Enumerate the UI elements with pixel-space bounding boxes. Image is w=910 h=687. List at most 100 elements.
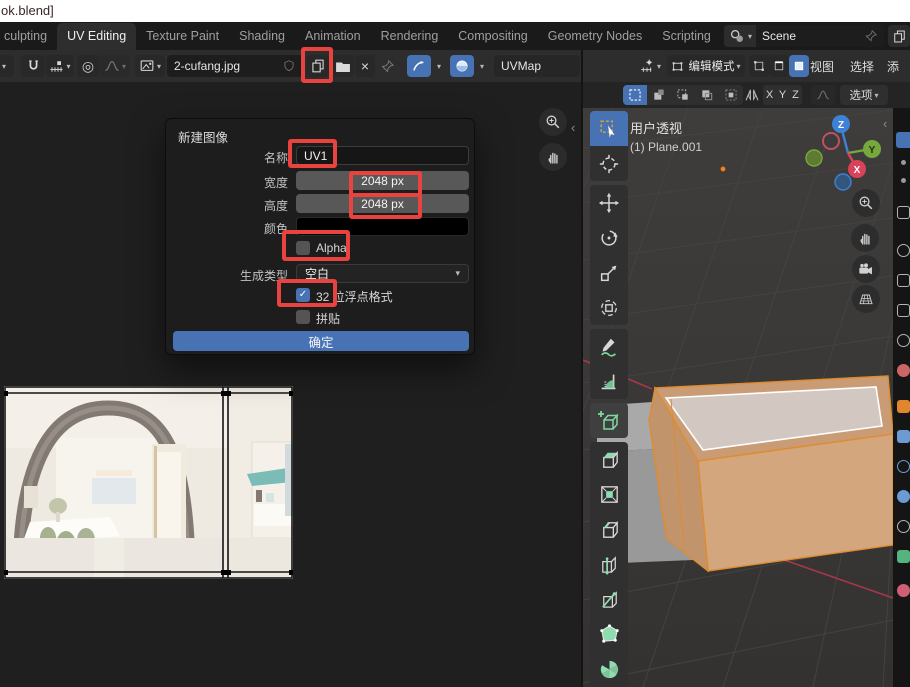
uv-sidebar-collapse-arrow[interactable]: ‹ xyxy=(571,120,575,135)
float-checkbox[interactable]: ✓ xyxy=(296,288,310,302)
editor-type-button[interactable]: ▾ xyxy=(0,55,14,77)
tool-measure[interactable] xyxy=(590,364,628,399)
ok-button[interactable]: 确定 xyxy=(173,331,469,351)
tab-scripting[interactable]: Scripting xyxy=(652,23,721,50)
modifiers-tab-icon[interactable] xyxy=(897,430,910,443)
world-tab-icon[interactable] xyxy=(897,364,910,377)
display-channels-button[interactable] xyxy=(450,55,474,77)
tab-shading[interactable]: Shading xyxy=(229,23,295,50)
properties-active-mode-button[interactable] xyxy=(896,132,910,148)
open-image-button[interactable] xyxy=(332,55,354,77)
tool-poly-build[interactable] xyxy=(590,617,628,652)
scene-browse-button[interactable]: ▾ xyxy=(724,25,756,47)
tab-animation[interactable]: Animation xyxy=(295,23,371,50)
properties-header[interactable] xyxy=(893,82,910,108)
proportional-falloff-button[interactable] xyxy=(811,85,835,105)
object-data-tab-icon[interactable] xyxy=(897,550,910,563)
gizmo-neg-x-ball[interactable] xyxy=(823,133,839,149)
gizmo-neg-y-ball[interactable] xyxy=(806,150,822,166)
pin-icon[interactable] xyxy=(864,29,878,43)
select-mode-extend-button[interactable] xyxy=(647,85,671,105)
tab-compositing[interactable]: Compositing xyxy=(448,23,537,50)
scene-name-field[interactable]: Scene xyxy=(756,25,884,47)
image-browse-button[interactable]: ▾ xyxy=(135,55,165,77)
uv-image-2-cufang[interactable] xyxy=(4,386,293,579)
image-name-field[interactable]: 2-cufang.jpg xyxy=(167,55,303,77)
snap-toggle-button[interactable] xyxy=(21,55,45,77)
snap-with-dropdown[interactable]: ▾ xyxy=(46,55,74,77)
viewport-pan-button[interactable] xyxy=(851,224,879,252)
uv-pan-button[interactable] xyxy=(539,143,567,171)
viewport-zoom-button[interactable] xyxy=(852,189,880,217)
viewport-3d[interactable]: 用户透视 (1) Plane.001 Z Y X xyxy=(583,108,893,687)
tab-rendering[interactable]: Rendering xyxy=(371,23,449,50)
tool-spin[interactable] xyxy=(590,652,628,687)
tab-uv-editing[interactable]: UV Editing xyxy=(57,23,136,50)
tool-loop-cut[interactable] xyxy=(590,547,628,582)
tool-move[interactable] xyxy=(590,185,628,220)
new-scene-button[interactable] xyxy=(888,25,910,47)
viewport-snap-dropdown[interactable]: ▾ xyxy=(633,55,667,77)
new-image-button[interactable] xyxy=(306,55,329,77)
scene-tab-icon[interactable] xyxy=(897,334,910,347)
mirror-y-button[interactable]: Y xyxy=(776,85,789,105)
constraints-tab-icon[interactable] xyxy=(897,520,910,533)
select-mode-set-button[interactable] xyxy=(623,85,647,105)
select-mode-invert-button[interactable] xyxy=(695,85,719,105)
tool-rotate[interactable] xyxy=(590,220,628,255)
viewport-camera-button[interactable] xyxy=(852,255,880,283)
falloff-dropdown[interactable]: ▾ xyxy=(100,55,130,77)
tab-geometry-nodes[interactable]: Geometry Nodes xyxy=(538,23,652,50)
menu-add-partial[interactable]: 添 xyxy=(887,58,899,75)
edge-select-button[interactable] xyxy=(769,55,789,77)
tool-tweak-select[interactable] xyxy=(590,111,628,146)
color-swatch[interactable] xyxy=(296,217,469,236)
menu-select[interactable]: 选择 xyxy=(850,58,874,75)
uv-zoom-button[interactable] xyxy=(539,108,567,136)
width-slider[interactable]: 2048 px xyxy=(296,171,469,190)
display-channels-dropdown[interactable]: ▾ xyxy=(474,55,488,77)
shield-fake-user-icon[interactable] xyxy=(282,59,296,73)
name-input[interactable]: UV1 xyxy=(296,146,469,165)
face-select-button[interactable] xyxy=(789,55,809,77)
tool-bevel[interactable] xyxy=(590,512,628,547)
tool-add-cube[interactable] xyxy=(590,403,628,438)
tool-annotate[interactable] xyxy=(590,329,628,364)
select-mode-subtract-button[interactable] xyxy=(671,85,695,105)
object-tab-icon[interactable] xyxy=(897,400,910,413)
tool-transform[interactable] xyxy=(590,290,628,325)
tool-inset-faces[interactable] xyxy=(590,477,628,512)
gizmo-neg-z-ball[interactable] xyxy=(835,174,851,190)
particles-tab-icon[interactable] xyxy=(897,460,910,473)
physics-tab-icon[interactable] xyxy=(897,490,910,503)
tiled-checkbox[interactable] xyxy=(296,310,310,324)
tool-cursor[interactable] xyxy=(590,146,628,181)
uv-sync-dropdown[interactable]: ▾ xyxy=(431,55,445,77)
pin-icon[interactable] xyxy=(380,59,395,74)
view-layer-tab-icon[interactable] xyxy=(897,304,910,317)
options-dropdown[interactable]: 选项 ▾ xyxy=(840,85,888,105)
tab-sculpting[interactable]: culpting xyxy=(0,23,57,50)
tab-texture-paint[interactable]: Texture Paint xyxy=(136,23,229,50)
tool-tab-icon[interactable] xyxy=(897,206,910,219)
navigation-gizmo[interactable]: Z Y X xyxy=(801,112,885,196)
tool-extrude-region[interactable] xyxy=(590,442,628,477)
material-tab-icon[interactable] xyxy=(897,584,910,597)
mode-dropdown[interactable]: 编辑模式 ▾ xyxy=(667,55,745,77)
uvmap-field[interactable]: UVMap xyxy=(494,55,580,77)
height-slider[interactable]: 2048 px xyxy=(296,194,469,213)
viewport-ortho-toggle-button[interactable] xyxy=(852,285,880,313)
viewport-sidebar-collapse-arrow[interactable]: ‹ xyxy=(883,116,887,131)
select-mode-intersect-button[interactable] xyxy=(719,85,743,105)
mirror-z-button[interactable]: Z xyxy=(789,85,802,105)
tool-scale[interactable] xyxy=(590,255,628,290)
uv-sync-select-button[interactable] xyxy=(407,55,431,77)
generated-type-dropdown[interactable]: 空白 ▾ xyxy=(296,264,469,283)
menu-view[interactable]: 视图 xyxy=(810,58,834,75)
output-tab-icon[interactable] xyxy=(897,274,910,287)
unlink-image-button[interactable]: × xyxy=(355,55,375,77)
alpha-checkbox[interactable] xyxy=(296,241,310,255)
render-tab-icon[interactable] xyxy=(897,244,910,257)
tool-knife[interactable] xyxy=(590,582,628,617)
mirror-x-button[interactable]: X xyxy=(763,85,776,105)
